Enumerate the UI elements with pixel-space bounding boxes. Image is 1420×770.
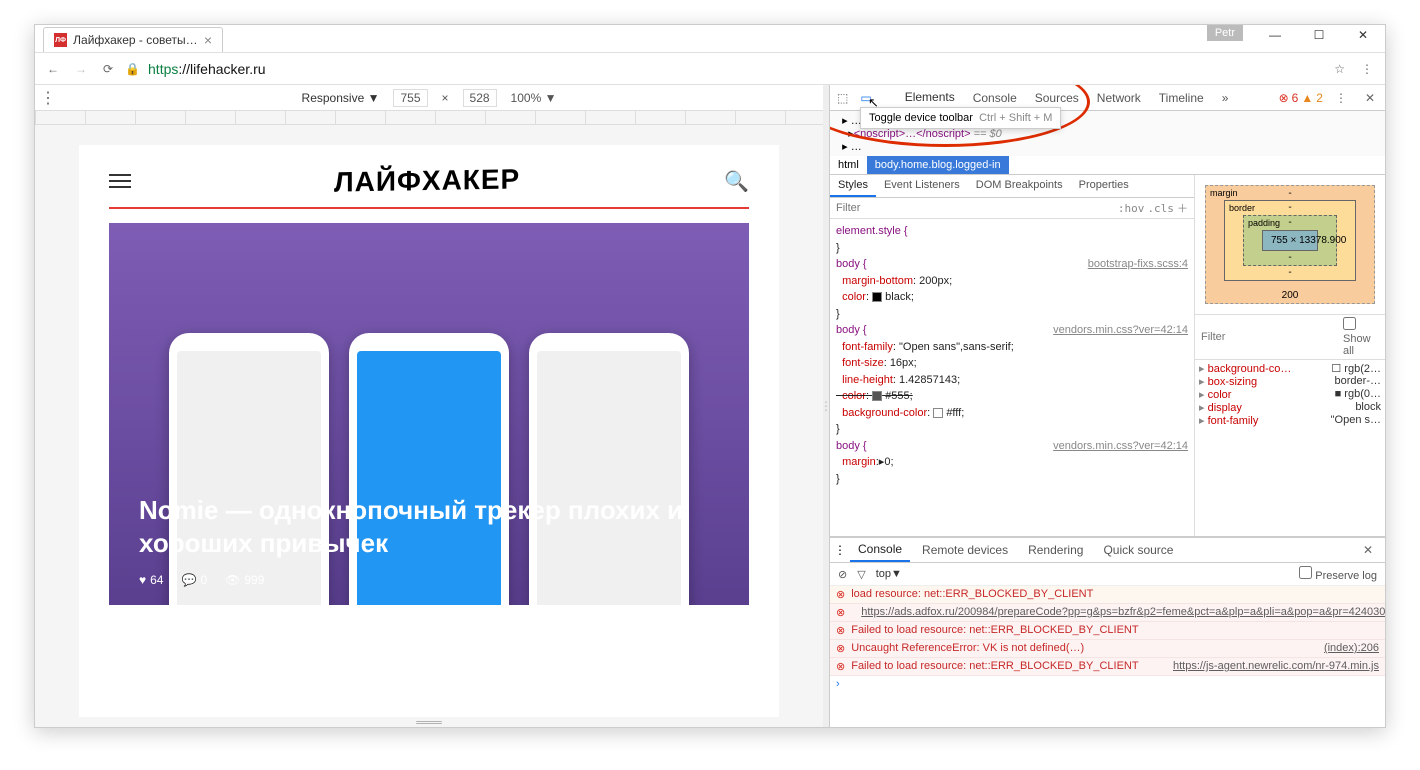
drawer-tab-quick[interactable]: Quick source	[1095, 539, 1181, 561]
tab-sources[interactable]: Sources	[1029, 87, 1085, 109]
user-badge[interactable]: Petr	[1207, 25, 1243, 41]
forward-button[interactable]: →	[71, 58, 91, 80]
console-toolbar: ⊘ ▽ top ▼ Preserve log	[830, 563, 1385, 586]
console-log[interactable]: ⊗load resource: net::ERR_BLOCKED_BY_CLIE…	[830, 586, 1385, 727]
bookmark-icon[interactable]: ☆	[1330, 58, 1349, 80]
device-select[interactable]: Responsive ▼	[302, 91, 380, 105]
filter-icon[interactable]: ▽	[857, 568, 865, 581]
device-menu-icon[interactable]: ⋮	[40, 88, 56, 108]
styles-column: Styles Event Listeners DOM Breakpoints P…	[830, 175, 1195, 536]
computed-filter: Show all	[1195, 314, 1385, 360]
tab-elements[interactable]: Elements	[899, 86, 961, 110]
styles-filter: :hov .cls ＋	[830, 198, 1194, 219]
subtab-dom-breakpoints[interactable]: DOM Breakpoints	[968, 175, 1071, 197]
search-icon[interactable]: 🔍	[724, 169, 749, 194]
browser-tab[interactable]: ЛФ Лайфхакер - советы и л ×	[43, 27, 223, 52]
tab-timeline[interactable]: Timeline	[1153, 87, 1210, 109]
resize-handle[interactable]: ═══	[35, 717, 823, 727]
minimize-button[interactable]: —	[1253, 25, 1297, 45]
device-toggle-icon[interactable]: ▭	[857, 88, 874, 108]
likes-count: ♥ 64	[139, 573, 163, 587]
devtools-close-icon[interactable]: ✕	[1359, 91, 1381, 105]
hero-image[interactable]: Nomie — однокнопочный трекер плохих и хо…	[109, 223, 749, 605]
device-viewport: ЛАЙФХАКЕР 🔍 Nomie — однокнопочный трекер…	[35, 125, 823, 717]
hov-toggle[interactable]: :hov	[1118, 202, 1145, 215]
url-field[interactable]: https://lifehacker.ru	[148, 61, 1322, 77]
console-drawer: ⋮ Console Remote devices Rendering Quick…	[830, 537, 1385, 727]
styles-filter-input[interactable]	[836, 202, 1118, 214]
back-button[interactable]: ←	[43, 58, 63, 80]
drawer-tab-remote[interactable]: Remote devices	[914, 539, 1016, 561]
tab-title: Лайфхакер - советы и л	[73, 33, 198, 47]
computed-list[interactable]: background-co…☐ rgb(2…box-sizingborder-……	[1195, 360, 1385, 536]
site-content[interactable]: ЛАЙФХАКЕР 🔍 Nomie — однокнопочный трекер…	[79, 145, 779, 717]
tab-network[interactable]: Network	[1091, 87, 1147, 109]
dimension-sep: ×	[442, 91, 449, 105]
warning-icon: ▲	[1301, 91, 1313, 105]
tabs-overflow-icon[interactable]: »	[1216, 87, 1235, 109]
viewport-pane: ⋮ Responsive ▼ 755 × 528 100% ▼ ЛАЙФХАКЕ…	[35, 85, 823, 727]
styles-subtabs: Styles Event Listeners DOM Breakpoints P…	[830, 175, 1194, 198]
tab-close-icon[interactable]: ×	[204, 32, 212, 48]
add-rule-icon[interactable]: ＋	[1177, 200, 1188, 216]
subtab-properties[interactable]: Properties	[1071, 175, 1137, 197]
zoom-select[interactable]: 100% ▼	[511, 91, 557, 105]
subtab-styles[interactable]: Styles	[830, 175, 876, 197]
crumb-html[interactable]: html	[830, 156, 867, 174]
divider	[109, 207, 749, 209]
css-rules[interactable]: element.style { } bootstrap-fixs.scss:4b…	[830, 219, 1194, 491]
preserve-log-checkbox[interactable]: Preserve log	[1299, 566, 1377, 582]
hero-title: Nomie — однокнопочный трекер плохих и хо…	[139, 494, 719, 559]
computed-column: margin- border- padding- 755 × 13378.900…	[1195, 175, 1385, 536]
cls-toggle[interactable]: .cls	[1147, 202, 1174, 215]
box-model[interactable]: margin- border- padding- 755 × 13378.900…	[1195, 175, 1385, 314]
breadcrumb[interactable]: html body.home.blog.logged-in	[830, 156, 1385, 175]
devtools: ⬚ ▭ ↖ Toggle device toolbar Ctrl + Shift…	[829, 85, 1385, 727]
tooltip: Toggle device toolbar Ctrl + Shift + M	[860, 107, 1061, 129]
viewport-height-input[interactable]: 528	[463, 89, 497, 107]
hero-meta: ♥ 64 💬 0 👁 999	[139, 573, 719, 587]
subtab-event-listeners[interactable]: Event Listeners	[876, 175, 968, 197]
titlebar: ЛФ Лайфхакер - советы и л × Petr — ☐ ✕	[35, 25, 1385, 53]
context-select[interactable]: top ▼	[876, 568, 902, 580]
clear-console-icon[interactable]: ⊘	[838, 568, 847, 581]
console-menu-icon[interactable]: ⋮	[834, 543, 846, 557]
crumb-body[interactable]: body.home.blog.logged-in	[867, 156, 1009, 174]
drawer-tab-rendering[interactable]: Rendering	[1020, 539, 1091, 561]
views-count: 👁 999	[225, 573, 264, 587]
styles-pane: Styles Event Listeners DOM Breakpoints P…	[830, 175, 1385, 537]
favicon: ЛФ	[54, 33, 67, 47]
status-counters[interactable]: ⊗6 ▲2	[1279, 91, 1323, 105]
devtools-tabs: ⬚ ▭ ↖ Toggle device toolbar Ctrl + Shift…	[830, 85, 1385, 111]
close-button[interactable]: ✕	[1341, 25, 1385, 45]
browser-window: ЛФ Лайфхакер - советы и л × Petr — ☐ ✕ ←…	[34, 24, 1386, 728]
device-toolbar: ⋮ Responsive ▼ 755 × 528 100% ▼	[35, 85, 823, 111]
site-title: ЛАЙФХАКЕР	[334, 163, 520, 198]
site-header: ЛАЙФХАКЕР 🔍	[109, 165, 749, 197]
window-buttons: — ☐ ✕	[1253, 25, 1385, 45]
comments-count: 💬 0	[181, 573, 207, 587]
reload-button[interactable]: ⟳	[99, 58, 117, 80]
devtools-menu-icon[interactable]: ⋮	[1329, 91, 1353, 105]
ruler	[35, 111, 823, 125]
address-bar: ← → ⟳ 🔒 https://lifehacker.ru ☆ ⋮	[35, 53, 1385, 85]
drawer-close-icon[interactable]: ✕	[1355, 539, 1381, 561]
tab-console[interactable]: Console	[967, 87, 1023, 109]
error-icon: ⊗	[1279, 91, 1289, 105]
content-area: ⋮ Responsive ▼ 755 × 528 100% ▼ ЛАЙФХАКЕ…	[35, 85, 1385, 727]
computed-filter-input[interactable]	[1201, 331, 1343, 343]
inspect-icon[interactable]: ⬚	[834, 88, 851, 108]
menu-icon[interactable]: ⋮	[1357, 58, 1377, 80]
console-tabs: ⋮ Console Remote devices Rendering Quick…	[830, 538, 1385, 563]
showall-checkbox[interactable]: Show all	[1343, 317, 1379, 357]
lock-icon: 🔒	[125, 62, 140, 76]
maximize-button[interactable]: ☐	[1297, 25, 1341, 45]
drawer-tab-console[interactable]: Console	[850, 538, 910, 562]
viewport-width-input[interactable]: 755	[393, 89, 427, 107]
hamburger-icon[interactable]	[109, 174, 131, 188]
